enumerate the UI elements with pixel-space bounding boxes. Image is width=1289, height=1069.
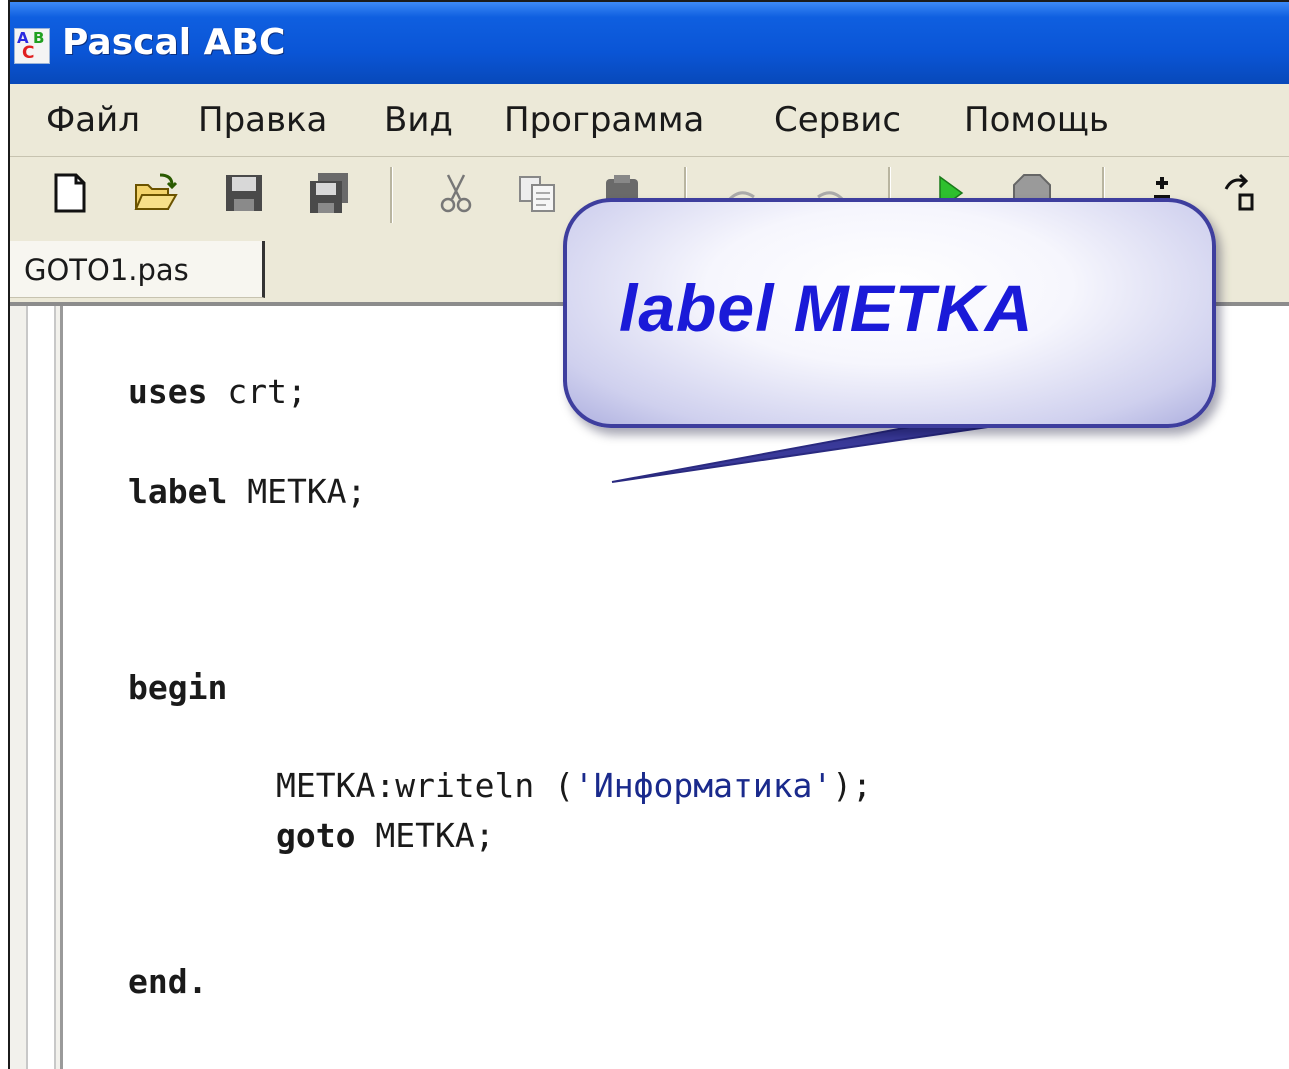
tab-label: GOTO1.pas	[24, 253, 189, 287]
pascal-abc-app-icon: A B C	[14, 28, 50, 64]
open-folder-icon[interactable]	[134, 171, 178, 215]
code-text: crt;	[207, 372, 307, 411]
editor-gutter	[10, 306, 63, 1069]
save-all-icon[interactable]	[308, 171, 352, 215]
keyword-uses: uses	[128, 372, 208, 411]
keyword-label: label	[128, 472, 228, 511]
code-text: METKA;	[355, 816, 495, 855]
title-bar[interactable]: A B C Pascal ABC	[10, 0, 1289, 86]
code-line-end: end.	[128, 962, 207, 1001]
code-line-uses: uses crt;	[128, 372, 307, 411]
menu-service[interactable]: Сервис	[774, 100, 901, 140]
tab-goto1-pas[interactable]: GOTO1.pas	[10, 241, 265, 298]
cut-icon[interactable]	[434, 171, 478, 215]
app-icon-letter-b: B	[33, 29, 45, 47]
keyword-begin: begin	[128, 668, 228, 707]
window-title: Pascal ABC	[62, 22, 286, 63]
keyword-goto: goto	[276, 816, 356, 855]
code-line-goto: goto METKA;	[276, 816, 495, 855]
new-file-icon[interactable]	[48, 171, 92, 215]
string-literal: 'Информатика'	[574, 766, 833, 805]
menu-edit[interactable]: Правка	[198, 100, 327, 140]
code-line-label: label METKA;	[128, 472, 366, 511]
menu-program[interactable]: Программа	[504, 100, 704, 140]
callout-bubble: label METKA	[563, 198, 1216, 428]
toolbar-separator	[390, 167, 393, 223]
save-icon[interactable]	[222, 171, 266, 215]
menu-file[interactable]: Файл	[46, 100, 140, 140]
pascal-abc-window: A B C Pascal ABC Файл Правка Вид Програм…	[8, 0, 1289, 1069]
code-text: METKA;	[227, 472, 367, 511]
code-text: METKA:writeln (	[276, 766, 575, 805]
code-line-writeln: METKA:writeln ('Информатика');	[276, 766, 872, 805]
callout-text: label METKA	[619, 271, 1034, 345]
menu-view[interactable]: Вид	[384, 100, 453, 140]
menu-bar: Файл Правка Вид Программа Сервис Помощь	[10, 84, 1289, 157]
keyword-end: end.	[128, 962, 208, 1001]
menu-help[interactable]: Помощь	[964, 100, 1109, 140]
code-text: );	[832, 766, 873, 805]
gutter-margin	[26, 306, 56, 1069]
app-icon-letter-c: C	[22, 43, 35, 63]
step-over-icon[interactable]	[1220, 171, 1264, 215]
code-line-begin: begin	[128, 668, 227, 707]
copy-icon[interactable]	[516, 171, 560, 215]
